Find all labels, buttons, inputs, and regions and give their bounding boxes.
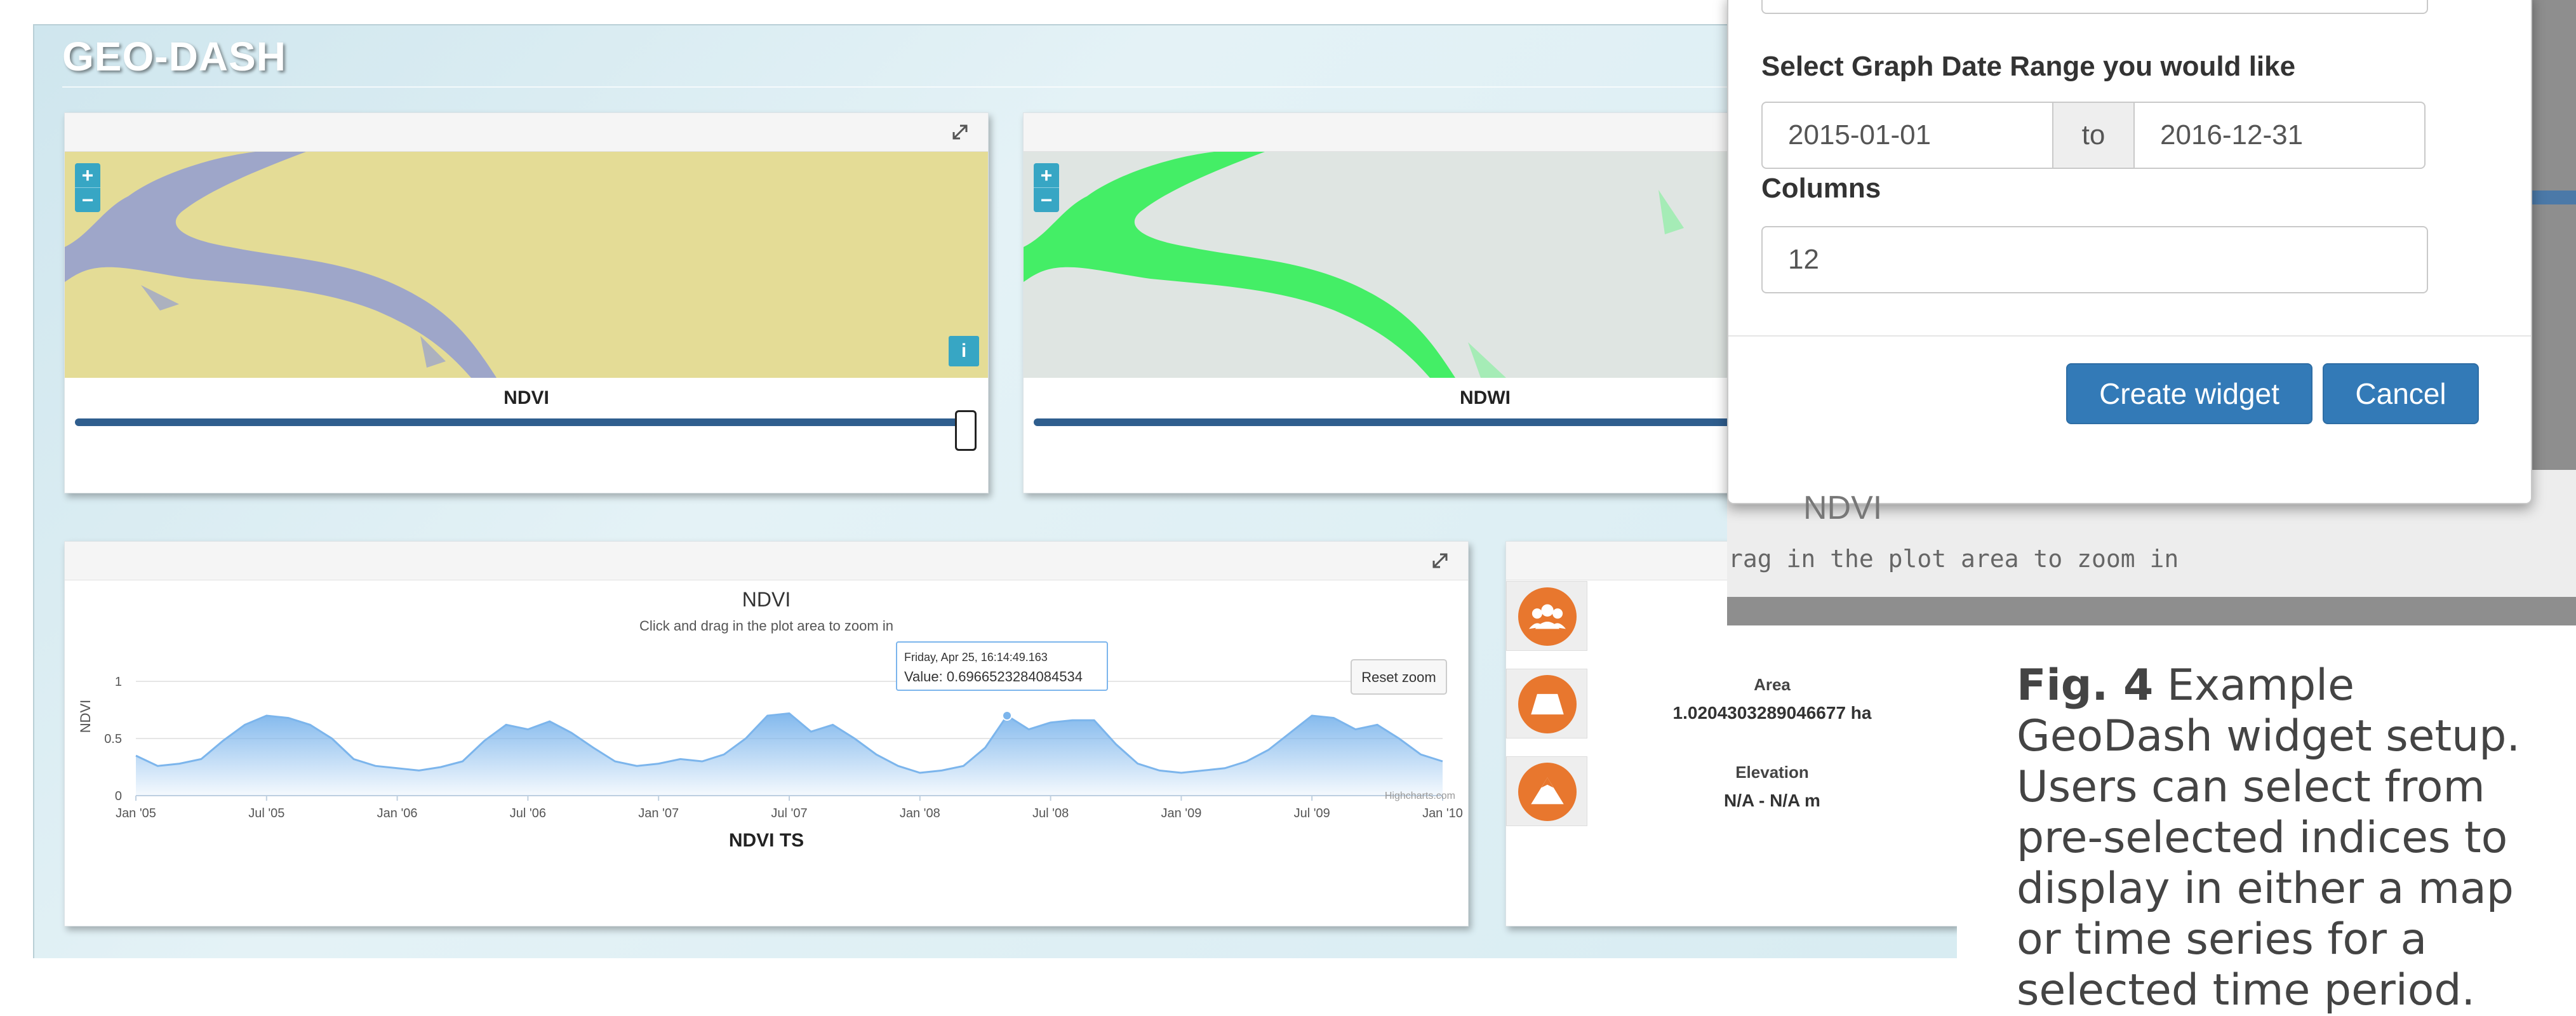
chart-tooltip: Friday, Apr 25, 16:14:49.163 Value: 0.69… — [896, 641, 1108, 691]
create-widget-button[interactable]: Create widget — [2066, 363, 2312, 424]
x-tick-label: Jul '08 — [1032, 806, 1069, 820]
opacity-slider-track[interactable] — [75, 418, 969, 426]
stat-icon-box — [1506, 669, 1587, 739]
figure-caption: Fig. 4 Example GeoDash widget setup. Use… — [2017, 660, 2563, 1016]
reset-zoom-button[interactable]: Reset zoom — [1351, 659, 1447, 695]
previous-field[interactable] — [1761, 0, 2428, 14]
chart-title: NDVI — [742, 588, 791, 611]
zoom-in-button[interactable]: + — [1034, 163, 1059, 187]
expand-icon[interactable] — [1431, 552, 1449, 570]
x-axis: Jan '05 Jul '05 Jan '06 Jul '06 Jan '07 Jul '… — [116, 796, 1463, 820]
brand-divider — [62, 86, 1957, 88]
end-date-input[interactable]: 2016-12-31 — [2133, 102, 2426, 169]
create-widget-modal: Select Graph Date Range you would like 2… — [1727, 0, 2532, 504]
chart-caption: NDVI TS — [729, 830, 804, 851]
stat-label: Area — [1754, 675, 1791, 694]
map-caption: NDVI — [504, 387, 549, 408]
x-tick-label: Jan '08 — [900, 806, 940, 820]
reset-zoom-label: Reset zoom — [1361, 669, 1436, 685]
chart-subtitle: Click and drag in the plot area to zoom … — [639, 618, 893, 634]
x-tick-label: Jan '09 — [1161, 806, 1201, 820]
hover-point — [1002, 711, 1012, 721]
y-axis: 00.51 — [104, 675, 122, 803]
start-date-input[interactable]: 2015-01-01 — [1761, 102, 2053, 169]
opacity-slider-handle[interactable] — [955, 410, 977, 451]
widget-header — [65, 113, 988, 152]
chart-credits[interactable]: Highcharts.com — [1385, 791, 1455, 801]
date-range-label: Select Graph Date Range you would like — [1761, 51, 2296, 82]
columns-input[interactable]: 12 — [1761, 226, 2428, 293]
y-tick-label: 0.5 — [104, 732, 122, 746]
mountain-icon — [1518, 763, 1577, 821]
background-drag-hint: rag in the plot area to zoom in — [1728, 545, 2179, 573]
date-to-addon: to — [2052, 102, 2135, 169]
stat-row: Area 1.0204303289046677 ha — [1506, 669, 1957, 739]
stat-value: N/A - N/A m — [1724, 791, 1820, 810]
info-button[interactable]: i — [949, 336, 979, 366]
modal-footer-divider — [1728, 335, 2531, 337]
zoom-control: + − — [75, 163, 100, 212]
columns-label: Columns — [1761, 173, 1881, 204]
expand-icon[interactable] — [951, 123, 969, 141]
ndvi-area — [136, 713, 1443, 796]
modal-backdrop-fragment — [2527, 190, 2576, 204]
people-icon — [1518, 587, 1577, 646]
widget-header — [65, 542, 1468, 580]
background-ndvi-title: NDVI — [1803, 490, 1883, 526]
zoom-out-button[interactable]: − — [75, 187, 100, 212]
stat-row: Elevation N/A - N/A m — [1506, 756, 1957, 826]
x-tick-label: Jul '06 — [510, 806, 546, 820]
y-tick-label: 0 — [115, 789, 122, 803]
brand-title: GEO-DASH — [62, 34, 286, 79]
x-tick-label: Jul '09 — [1294, 806, 1330, 820]
y-axis-label: NDVI — [77, 700, 93, 733]
stat-icon-box — [1506, 581, 1587, 651]
x-tick-label: Jan '07 — [638, 806, 679, 820]
tooltip-value: Value: 0.6966523284084534 — [904, 669, 1083, 685]
figure-label: Fig. 4 — [2017, 660, 2154, 711]
figure-text: Example GeoDash widget setup. Users can … — [2017, 660, 2521, 1015]
stat-value: 1.0204303289046677 ha — [1672, 703, 1872, 723]
tooltip-date: Friday, Apr 25, 16:14:49.163 — [904, 651, 1048, 664]
y-tick-label: 1 — [115, 675, 122, 689]
geodash-dashboard: GEO-DASH + − i NDVI + − NDWI NDVI Click … — [33, 24, 1957, 958]
zoom-control: + − — [1034, 163, 1059, 212]
cancel-button[interactable]: Cancel — [2323, 363, 2479, 424]
zoom-in-button[interactable]: + — [75, 163, 100, 187]
x-tick-label: Jul '05 — [248, 806, 284, 820]
ndvi-map[interactable]: + − i — [65, 152, 988, 378]
x-tick-label: Jan '10 — [1422, 806, 1463, 820]
stat-icon-box — [1506, 756, 1587, 826]
ndvi-chart[interactable]: NDVI Click and drag in the plot area to … — [65, 580, 1468, 926]
area-icon — [1518, 675, 1577, 733]
ndvi-timeseries-widget: NDVI Click and drag in the plot area to … — [64, 541, 1469, 926]
ndvi-map-widget: + − i NDVI — [64, 112, 989, 493]
x-tick-label: Jul '07 — [771, 806, 807, 820]
x-tick-label: Jan '05 — [116, 806, 156, 820]
river-shape — [65, 152, 988, 378]
zoom-out-button[interactable]: − — [1034, 187, 1059, 212]
chart-series — [135, 711, 1443, 796]
stat-label: Elevation — [1735, 763, 1809, 782]
x-tick-label: Jan '06 — [377, 806, 418, 820]
